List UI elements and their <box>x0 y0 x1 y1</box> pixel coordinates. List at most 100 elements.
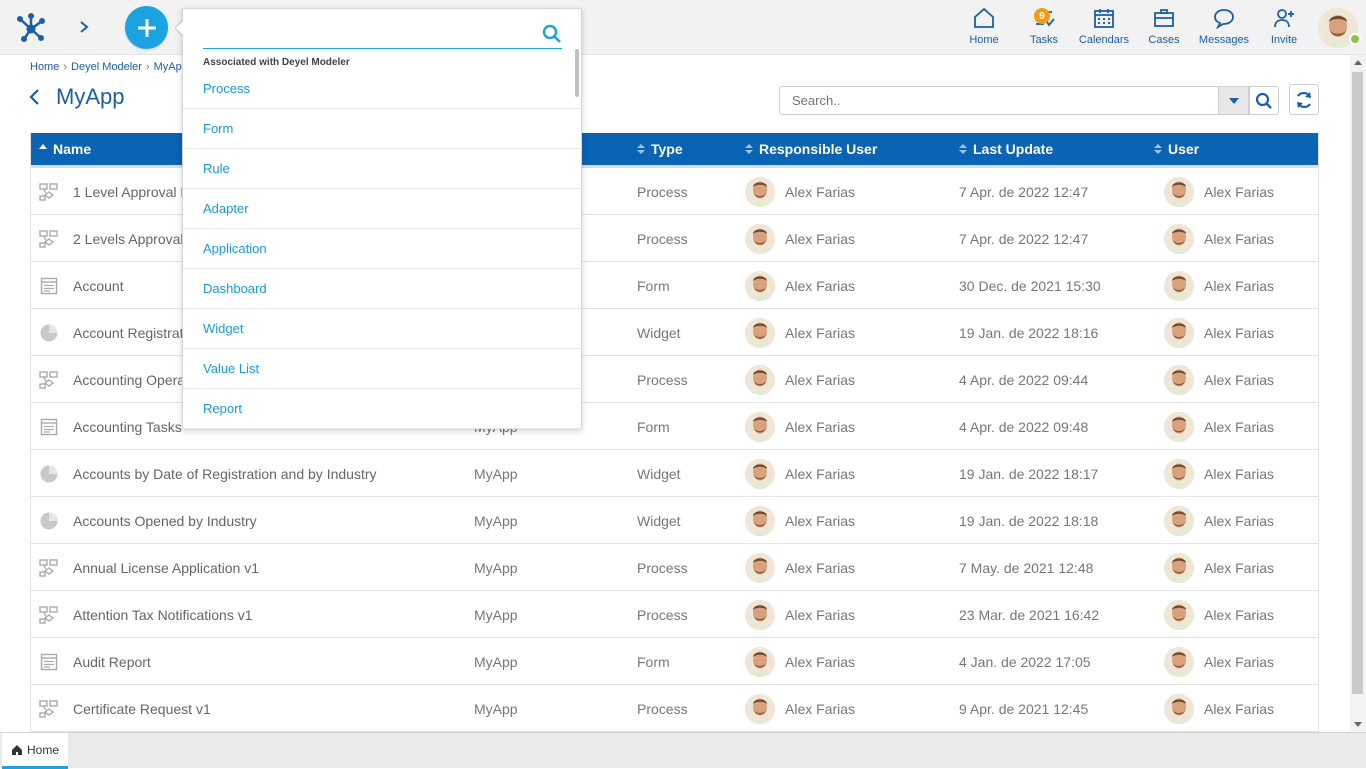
row-name: Attention Tax Notifications v1 <box>73 606 253 623</box>
search-field[interactable] <box>779 86 1219 115</box>
avatar <box>745 458 775 489</box>
create-menu-search[interactable] <box>203 21 562 49</box>
row-name-cell[interactable]: Account Registratio <box>39 309 194 356</box>
avatar <box>745 364 775 395</box>
create-menu-group-label: Associated with Deyel Modeler <box>203 57 350 68</box>
row-responsible-user-name: Alex Farias <box>785 606 856 623</box>
row-name: 2 Levels Approval E <box>73 230 197 247</box>
nav-messages[interactable]: Messages <box>1194 6 1254 48</box>
nav-tasks[interactable]: 9 Tasks <box>1014 6 1074 48</box>
sort-asc-icon <box>39 144 47 149</box>
search-icon[interactable] <box>542 24 562 49</box>
table-row[interactable]: Certificate Request v1 MyApp Process Alex F… <box>31 685 1318 732</box>
add-user-icon <box>1274 9 1294 28</box>
row-application: MyApp <box>474 465 518 482</box>
create-menu-item-report[interactable]: Report <box>183 389 582 429</box>
process-icon <box>39 699 59 719</box>
breadcrumb-home[interactable]: Home <box>30 61 59 73</box>
nav-invite[interactable]: Invite <box>1254 6 1314 48</box>
row-name-cell[interactable]: Certificate Request v1 <box>39 685 211 732</box>
nav-invite-label: Invite <box>1270 34 1298 46</box>
create-menu-search-input[interactable] <box>203 26 533 43</box>
row-responsible-user: Alex Farias <box>745 685 855 732</box>
home-tab-label: Home <box>26 742 59 757</box>
column-header-last-update[interactable]: Last Update <box>959 133 1053 165</box>
row-name-cell[interactable]: 2 Levels Approval E <box>39 215 197 262</box>
column-header-user[interactable]: User <box>1154 133 1199 165</box>
column-header-type[interactable]: Type <box>637 133 683 165</box>
column-header-name[interactable]: Name <box>39 133 91 165</box>
popover-scrollbar[interactable] <box>575 49 579 97</box>
home-tab[interactable]: Home <box>2 733 68 769</box>
create-menu-item-form[interactable]: Form <box>183 109 582 149</box>
search-input[interactable] <box>792 93 1206 108</box>
row-responsible-user-name: Alex Farias <box>785 371 856 388</box>
create-menu-item-rule[interactable]: Rule <box>183 149 582 189</box>
expand-menu-chevron-icon[interactable] <box>74 16 94 38</box>
scroll-down-arrow-icon[interactable] <box>1354 722 1362 727</box>
avatar <box>745 176 775 207</box>
row-name: Account Registratio <box>73 324 195 341</box>
table-row[interactable]: Accounts Opened by Industry MyApp Widget Al… <box>31 497 1318 544</box>
scrollbar-thumb[interactable] <box>1352 72 1363 694</box>
row-user-name: Alex Farias <box>1204 230 1275 247</box>
table-row[interactable]: Attention Tax Notifications v1 MyApp Proce… <box>31 591 1318 638</box>
search-button[interactable] <box>1249 86 1279 115</box>
row-user-name: Alex Farias <box>1204 465 1275 482</box>
create-menu-item-process[interactable]: Process <box>183 69 582 109</box>
row-type: Process <box>637 606 688 623</box>
avatar <box>1164 270 1194 301</box>
deyel-logo-icon[interactable] <box>0 0 62 55</box>
back-arrow-icon[interactable] <box>28 87 42 107</box>
row-responsible-user: Alex Farias <box>745 309 855 356</box>
row-type: Process <box>637 371 688 388</box>
table-row[interactable]: Annual License Application v1 MyApp Proces… <box>31 544 1318 591</box>
create-menu-popover: Associated with Deyel Modeler Process For… <box>182 8 582 429</box>
page-scrollbar[interactable] <box>1350 55 1366 732</box>
row-name-cell[interactable]: Accounts Opened by Industry <box>39 497 257 544</box>
row-last-update: 23 Mar. de 2021 16:42 <box>959 606 1100 623</box>
row-user-name: Alex Farias <box>1204 606 1275 623</box>
search-options-dropdown[interactable] <box>1218 86 1249 115</box>
row-user: Alex Farias <box>1164 168 1274 215</box>
row-name-cell[interactable]: Attention Tax Notifications v1 <box>39 591 253 638</box>
nav-home[interactable]: Home <box>954 6 1014 48</box>
row-type: Form <box>637 277 670 294</box>
row-name-cell[interactable]: Accounting Tasks <box>39 403 182 450</box>
nav-cases[interactable]: Cases <box>1134 6 1194 48</box>
row-responsible-user: Alex Farias <box>745 497 855 544</box>
row-user: Alex Farias <box>1164 685 1274 732</box>
table-row[interactable]: Accounts by Date of Registration and by … <box>31 450 1318 497</box>
column-header-label: User <box>1168 141 1200 157</box>
row-name-cell[interactable]: Accounts by Date of Registration and by … <box>39 450 377 497</box>
refresh-button[interactable] <box>1289 84 1319 115</box>
breadcrumb-separator: › <box>63 61 68 73</box>
create-menu-item-adapter[interactable]: Adapter <box>183 189 582 229</box>
row-responsible-user: Alex Farias <box>745 168 855 215</box>
breadcrumb-deyel-modeler[interactable]: Deyel Modeler <box>71 61 142 73</box>
scroll-up-arrow-icon[interactable] <box>1354 60 1362 65</box>
nav-calendars-label: Calendars <box>1078 34 1130 46</box>
row-responsible-user-name: Alex Farias <box>785 230 856 247</box>
table-row[interactable]: Audit Report MyApp Form Alex Farias 4 Jan. d… <box>31 638 1318 685</box>
create-menu-item-application[interactable]: Application <box>183 229 582 269</box>
row-name-cell[interactable]: Audit Report <box>39 638 151 685</box>
row-type: Process <box>637 183 688 200</box>
create-menu-item-value-list[interactable]: Value List <box>183 349 582 389</box>
create-menu-item-widget[interactable]: Widget <box>183 309 582 349</box>
row-last-update: 7 May. de 2021 12:48 <box>959 559 1094 576</box>
nav-messages-label: Messages <box>1198 34 1250 46</box>
row-responsible-user: Alex Farias <box>745 591 855 638</box>
row-name-cell[interactable]: Account <box>39 262 124 309</box>
row-name-cell[interactable]: Annual License Application v1 <box>39 544 259 591</box>
nav-calendars[interactable]: Calendars <box>1074 6 1134 48</box>
row-name-cell[interactable]: 1 Level Approval E <box>39 168 190 215</box>
column-header-responsible-user[interactable]: Responsible User <box>745 133 877 165</box>
column-header-label: Last Update <box>973 141 1054 157</box>
process-icon <box>39 558 59 578</box>
row-last-update: 4 Jan. de 2022 17:05 <box>959 653 1091 670</box>
row-name-cell[interactable]: Accounting Operati <box>39 356 192 403</box>
process-icon <box>39 229 59 249</box>
create-menu-item-dashboard[interactable]: Dashboard <box>183 269 582 309</box>
create-new-button[interactable] <box>125 6 168 49</box>
